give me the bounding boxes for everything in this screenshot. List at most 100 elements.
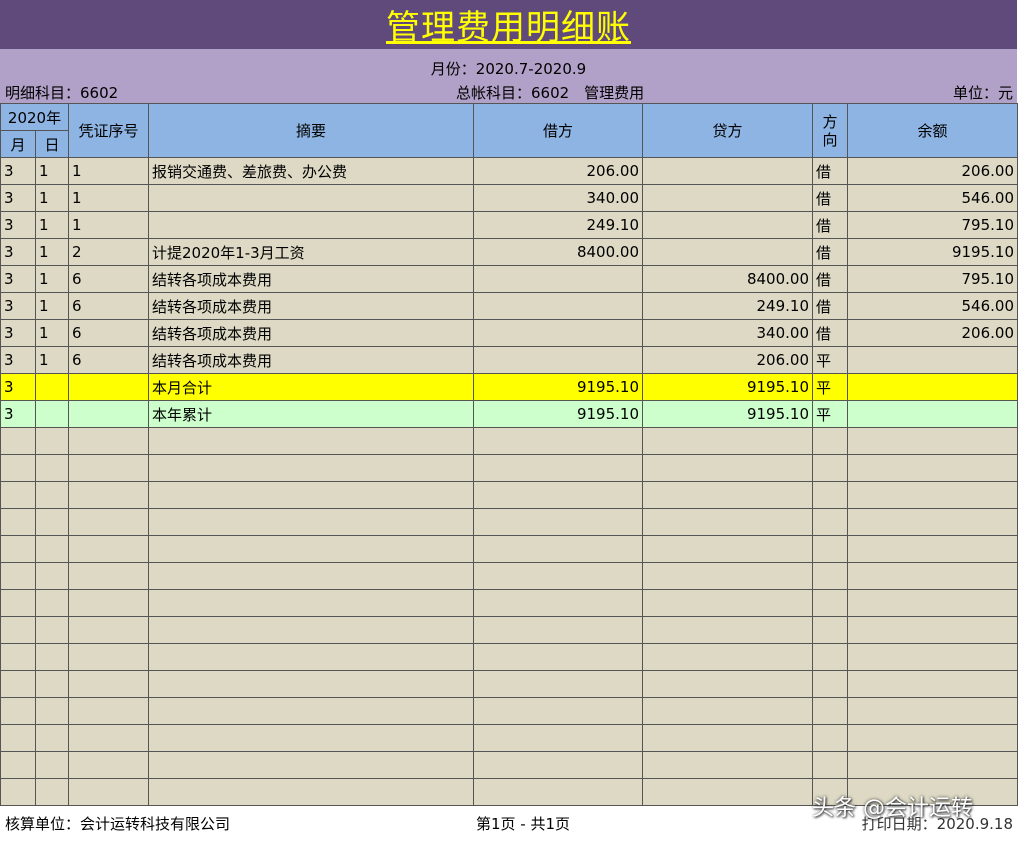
empty-cell[interactable] xyxy=(35,778,69,806)
debit-cell[interactable]: 9195.10 xyxy=(473,373,643,401)
direction-cell[interactable]: 借 xyxy=(812,265,848,293)
voucher-cell[interactable]: 2 xyxy=(68,238,149,266)
empty-cell[interactable] xyxy=(473,616,643,644)
summary-cell[interactable]: 结转各项成本费用 xyxy=(148,346,474,374)
empty-cell[interactable] xyxy=(642,562,813,590)
empty-cell[interactable] xyxy=(68,697,149,725)
empty-cell[interactable] xyxy=(148,481,474,509)
empty-cell[interactable] xyxy=(812,751,848,779)
empty-cell[interactable] xyxy=(812,427,848,455)
direction-cell[interactable]: 借 xyxy=(812,184,848,212)
debit-cell[interactable]: 8400.00 xyxy=(473,238,643,266)
credit-cell[interactable]: 9195.10 xyxy=(642,373,813,401)
empty-cell[interactable] xyxy=(847,535,1018,563)
empty-cell[interactable] xyxy=(642,643,813,671)
empty-cell[interactable] xyxy=(0,616,36,644)
empty-cell[interactable] xyxy=(473,481,643,509)
voucher-cell[interactable] xyxy=(68,373,149,401)
day-cell[interactable]: 1 xyxy=(35,157,69,185)
empty-cell[interactable] xyxy=(35,643,69,671)
empty-cell[interactable] xyxy=(35,751,69,779)
empty-cell[interactable] xyxy=(68,670,149,698)
empty-cell[interactable] xyxy=(0,670,36,698)
month-cell[interactable]: 3 xyxy=(0,211,36,239)
debit-cell[interactable] xyxy=(473,346,643,374)
month-cell[interactable]: 3 xyxy=(0,292,36,320)
empty-cell[interactable] xyxy=(35,697,69,725)
empty-cell[interactable] xyxy=(148,643,474,671)
empty-cell[interactable] xyxy=(812,670,848,698)
debit-cell[interactable]: 249.10 xyxy=(473,211,643,239)
empty-cell[interactable] xyxy=(847,454,1018,482)
voucher-cell[interactable]: 1 xyxy=(68,211,149,239)
direction-cell[interactable]: 平 xyxy=(812,346,848,374)
empty-cell[interactable] xyxy=(0,724,36,752)
summary-cell[interactable] xyxy=(148,184,474,212)
empty-cell[interactable] xyxy=(642,508,813,536)
empty-cell[interactable] xyxy=(847,670,1018,698)
empty-cell[interactable] xyxy=(812,697,848,725)
empty-cell[interactable] xyxy=(642,616,813,644)
empty-cell[interactable] xyxy=(148,670,474,698)
empty-cell[interactable] xyxy=(473,535,643,563)
empty-cell[interactable] xyxy=(35,589,69,617)
day-cell[interactable]: 1 xyxy=(35,292,69,320)
empty-cell[interactable] xyxy=(812,643,848,671)
empty-cell[interactable] xyxy=(68,751,149,779)
empty-cell[interactable] xyxy=(0,562,36,590)
empty-cell[interactable] xyxy=(847,751,1018,779)
empty-cell[interactable] xyxy=(148,589,474,617)
credit-cell[interactable] xyxy=(642,184,813,212)
direction-cell[interactable]: 借 xyxy=(812,238,848,266)
empty-cell[interactable] xyxy=(0,643,36,671)
summary-cell[interactable] xyxy=(148,211,474,239)
balance-cell[interactable] xyxy=(847,373,1018,401)
empty-cell[interactable] xyxy=(473,643,643,671)
empty-cell[interactable] xyxy=(642,481,813,509)
credit-cell[interactable]: 206.00 xyxy=(642,346,813,374)
empty-cell[interactable] xyxy=(35,724,69,752)
empty-cell[interactable] xyxy=(847,697,1018,725)
credit-cell[interactable]: 9195.10 xyxy=(642,400,813,428)
empty-cell[interactable] xyxy=(473,724,643,752)
empty-cell[interactable] xyxy=(148,616,474,644)
empty-cell[interactable] xyxy=(812,535,848,563)
month-cell[interactable]: 3 xyxy=(0,265,36,293)
empty-cell[interactable] xyxy=(0,589,36,617)
empty-cell[interactable] xyxy=(812,454,848,482)
balance-cell[interactable]: 206.00 xyxy=(847,319,1018,347)
empty-cell[interactable] xyxy=(473,427,643,455)
credit-cell[interactable] xyxy=(642,238,813,266)
balance-cell[interactable]: 9195.10 xyxy=(847,238,1018,266)
empty-cell[interactable] xyxy=(847,643,1018,671)
empty-cell[interactable] xyxy=(0,535,36,563)
empty-cell[interactable] xyxy=(473,508,643,536)
empty-cell[interactable] xyxy=(847,724,1018,752)
empty-cell[interactable] xyxy=(473,562,643,590)
empty-cell[interactable] xyxy=(642,724,813,752)
empty-cell[interactable] xyxy=(473,454,643,482)
day-cell[interactable] xyxy=(35,373,69,401)
direction-cell[interactable]: 平 xyxy=(812,373,848,401)
empty-cell[interactable] xyxy=(35,508,69,536)
balance-cell[interactable]: 795.10 xyxy=(847,265,1018,293)
month-cell[interactable]: 3 xyxy=(0,238,36,266)
direction-cell[interactable]: 借 xyxy=(812,319,848,347)
balance-cell[interactable]: 795.10 xyxy=(847,211,1018,239)
day-cell[interactable]: 1 xyxy=(35,319,69,347)
empty-cell[interactable] xyxy=(812,508,848,536)
day-cell[interactable]: 1 xyxy=(35,346,69,374)
day-cell[interactable]: 1 xyxy=(35,211,69,239)
empty-cell[interactable] xyxy=(473,697,643,725)
month-cell[interactable]: 3 xyxy=(0,157,36,185)
balance-cell[interactable] xyxy=(847,346,1018,374)
voucher-cell[interactable]: 6 xyxy=(68,319,149,347)
day-cell[interactable]: 1 xyxy=(35,265,69,293)
empty-cell[interactable] xyxy=(0,508,36,536)
empty-cell[interactable] xyxy=(0,751,36,779)
empty-cell[interactable] xyxy=(642,589,813,617)
direction-cell[interactable]: 借 xyxy=(812,292,848,320)
empty-cell[interactable] xyxy=(35,454,69,482)
balance-cell[interactable]: 546.00 xyxy=(847,184,1018,212)
empty-cell[interactable] xyxy=(68,454,149,482)
